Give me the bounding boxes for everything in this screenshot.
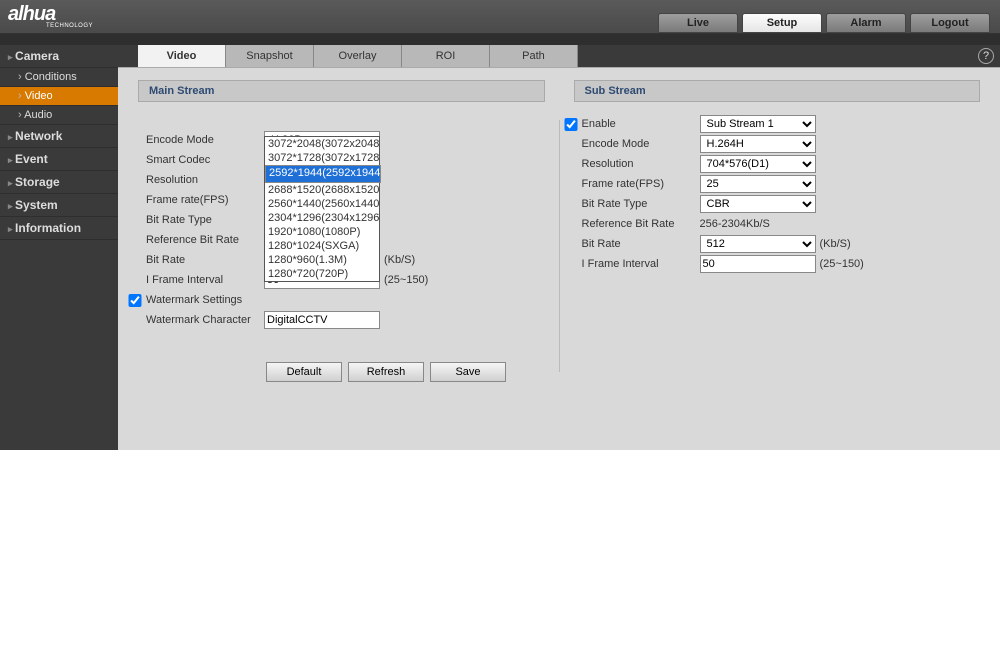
enable-select[interactable]: Sub Stream 1: [700, 115, 816, 133]
resolution-option[interactable]: 3072*2048(3072x2048): [265, 137, 379, 151]
resolution-option[interactable]: 1280*720(720P): [265, 267, 379, 281]
sub-iframe-label: I Frame Interval: [582, 258, 700, 270]
sub-bitrate-select[interactable]: 512: [700, 235, 816, 253]
sub-bitrate-unit: (Kb/S): [820, 238, 851, 250]
resolution-option[interactable]: 2560*1440(2560x1440): [265, 197, 379, 211]
tab-row: Video Snapshot Overlay ROI Path: [118, 45, 1000, 68]
sub-resolution-select[interactable]: 704*576(D1): [700, 155, 816, 173]
reference-bitrate-label: Reference Bit Rate: [146, 234, 264, 246]
resolution-option[interactable]: 2688*1520(2688x1520): [265, 183, 379, 197]
resolution-option[interactable]: 1280*960(1.3M): [265, 253, 379, 267]
resolution-label: Resolution: [146, 174, 264, 186]
tab-path[interactable]: Path: [490, 45, 578, 67]
watermark-char-label: Watermark Character: [146, 314, 264, 326]
bitrate-type-label: Bit Rate Type: [146, 214, 264, 226]
frame-rate-label: Frame rate(FPS): [146, 194, 264, 206]
sidebar-section-system[interactable]: System: [0, 194, 118, 217]
refresh-button[interactable]: Refresh: [348, 362, 424, 382]
sidebar-section-storage[interactable]: Storage: [0, 171, 118, 194]
sidebar-item-audio[interactable]: Audio: [0, 106, 118, 125]
logo-subtext: TECHNOLOGY: [46, 23, 120, 29]
sub-frame-rate-select[interactable]: 25: [700, 175, 816, 193]
main-content: Video Snapshot Overlay ROI Path ? Main S…: [118, 45, 1000, 450]
main-stream-panel: Main Stream Encode Mode H.265 Smart Code…: [138, 80, 545, 382]
sub-stream-title: Sub Stream: [574, 80, 981, 102]
help-icon[interactable]: ?: [978, 48, 994, 64]
watermark-char-input[interactable]: [264, 311, 380, 329]
sub-iframe-range: (25~150): [820, 258, 864, 270]
main-stream-title: Main Stream: [138, 80, 545, 102]
app-header: alhua TECHNOLOGY Live Setup Alarm Logout: [0, 0, 1000, 34]
sub-stream-panel: Sub Stream Enable Sub Stream 1 Encode Mo…: [574, 80, 981, 382]
sidebar-section-event[interactable]: Event: [0, 148, 118, 171]
nav-logout[interactable]: Logout: [910, 13, 990, 33]
brand-logo: alhua TECHNOLOGY: [0, 0, 120, 33]
resolution-option[interactable]: 2304*1296(2304x1296): [265, 211, 379, 225]
sidebar-section-information[interactable]: Information: [0, 217, 118, 240]
watermark-label: Watermark Settings: [146, 294, 264, 306]
sidebar-section-camera[interactable]: Camera: [0, 45, 118, 68]
bitrate-label: Bit Rate: [146, 254, 264, 266]
sub-ref-bitrate-value: 256-2304Kb/S: [700, 218, 770, 230]
save-button[interactable]: Save: [430, 362, 506, 382]
tab-overlay[interactable]: Overlay: [314, 45, 402, 67]
sidebar-item-video[interactable]: Video: [0, 87, 118, 106]
default-button[interactable]: Default: [266, 362, 342, 382]
sub-frame-rate-label: Frame rate(FPS): [582, 178, 700, 190]
sub-bitrate-type-select[interactable]: CBR: [700, 195, 816, 213]
bitrate-unit: (Kb/S): [384, 254, 415, 266]
watermark-checkbox[interactable]: [128, 294, 142, 307]
sidebar-section-network[interactable]: Network: [0, 125, 118, 148]
enable-checkbox[interactable]: [564, 118, 578, 131]
enable-label: Enable: [582, 118, 700, 130]
sub-bitrate-label: Bit Rate: [582, 238, 700, 250]
resolution-dropdown[interactable]: 3072*2048(3072x2048) 3072*1728(3072x1728…: [264, 136, 380, 282]
encode-mode-label: Encode Mode: [146, 134, 264, 146]
resolution-option-selected[interactable]: 2592*1944(2592x1944): [265, 165, 381, 183]
nav-setup[interactable]: Setup: [742, 13, 822, 33]
resolution-option[interactable]: 1280*1024(SXGA): [265, 239, 379, 253]
resolution-option[interactable]: 3072*1728(3072x1728): [265, 151, 379, 165]
nav-alarm[interactable]: Alarm: [826, 13, 906, 33]
sub-encode-mode-select[interactable]: H.264H: [700, 135, 816, 153]
subheader-strip: [0, 34, 1000, 45]
tab-roi[interactable]: ROI: [402, 45, 490, 67]
sub-iframe-input[interactable]: [700, 255, 816, 273]
iframe-label: I Frame Interval: [146, 274, 264, 286]
resolution-option[interactable]: 1920*1080(1080P): [265, 225, 379, 239]
sub-bitrate-type-label: Bit Rate Type: [582, 198, 700, 210]
sidebar-item-conditions[interactable]: Conditions: [0, 68, 118, 87]
sub-resolution-label: Resolution: [582, 158, 700, 170]
tab-video[interactable]: Video: [138, 45, 226, 67]
iframe-range: (25~150): [384, 274, 428, 286]
tab-snapshot[interactable]: Snapshot: [226, 45, 314, 67]
smart-codec-label: Smart Codec: [146, 154, 264, 166]
sidebar: Camera Conditions Video Audio Network Ev…: [0, 45, 118, 450]
sub-ref-bitrate-label: Reference Bit Rate: [582, 218, 700, 230]
sub-encode-mode-label: Encode Mode: [582, 138, 700, 150]
nav-live[interactable]: Live: [658, 13, 738, 33]
